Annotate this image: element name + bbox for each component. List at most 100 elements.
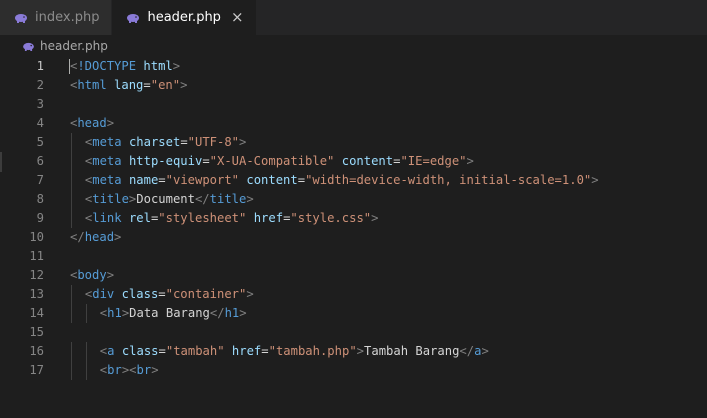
code-token: > xyxy=(246,287,254,301)
code-line[interactable]: 14 <h1>Data Barang</h1> xyxy=(0,304,707,323)
code-area[interactable]: 1 <!DOCTYPE html> 2 <html lang="en"> 3 4 <head… xyxy=(0,57,707,380)
code-token: charset xyxy=(128,135,181,149)
line-number: 17 xyxy=(29,363,44,377)
code-token: head xyxy=(77,116,107,130)
line-number: 15 xyxy=(29,325,44,339)
code-token: "viewport" xyxy=(165,173,240,187)
close-icon[interactable]: × xyxy=(231,10,244,25)
code-token: h1 xyxy=(107,306,122,320)
code-token: "tambah.php" xyxy=(268,344,357,358)
code-token: href xyxy=(253,211,284,225)
code-line[interactable]: 3 xyxy=(0,95,707,114)
code-token: = xyxy=(180,135,188,149)
code-token: meta xyxy=(92,135,122,149)
breadcrumb-file[interactable]: header.php xyxy=(40,39,108,53)
code-line[interactable]: 4 <head> xyxy=(0,114,707,133)
code-token: http-equiv xyxy=(128,154,203,168)
code-token: Tambah Barang xyxy=(364,344,460,358)
line-number: 13 xyxy=(29,287,44,301)
code-token: content xyxy=(246,173,298,187)
code-line[interactable]: 5 <meta charset="UTF-8"> xyxy=(0,133,707,152)
line-number: 10 xyxy=(29,230,44,244)
tab-label: header.php xyxy=(147,10,221,25)
code-line[interactable]: 2 <html lang="en"> xyxy=(0,76,707,95)
indent-guide xyxy=(85,342,87,361)
indent-guide xyxy=(71,304,72,323)
code-token: html xyxy=(143,59,173,73)
code-token: = xyxy=(143,78,151,92)
code-token: br xyxy=(136,363,152,377)
code-token: > xyxy=(246,192,254,206)
code-token: "IE=edge" xyxy=(400,154,467,168)
code-token: = xyxy=(158,173,166,187)
code-line[interactable]: 10 </head> xyxy=(0,228,707,247)
code-line[interactable]: 1 <!DOCTYPE html> xyxy=(0,57,707,76)
code-token: "tambah" xyxy=(165,344,225,358)
line-source: <meta name="viewport" content="width=dev… xyxy=(85,171,599,190)
code-line[interactable]: 13 <div class="container"> xyxy=(0,285,707,304)
code-token: "UTF-8" xyxy=(187,135,240,149)
indent-guide xyxy=(85,304,87,323)
code-line[interactable]: 17 <br><br> xyxy=(0,361,707,380)
code-token: html xyxy=(77,78,107,92)
code-token: > xyxy=(114,230,122,244)
line-source: <br><br> xyxy=(100,361,159,380)
code-token: > xyxy=(481,344,489,358)
line-number: 1 xyxy=(36,59,44,73)
code-token: = xyxy=(202,154,210,168)
code-line[interactable]: 11 xyxy=(0,247,707,266)
code-token: "width=device-width, initial-scale=1.0" xyxy=(305,173,592,187)
code-token: = xyxy=(158,287,166,301)
code-token: "X-UA-Compatible" xyxy=(209,154,335,168)
code-token: "style.css" xyxy=(290,211,372,225)
code-token: > xyxy=(106,116,115,130)
code-line[interactable]: 9 <link rel="stylesheet" href="style.css"… xyxy=(0,209,707,228)
line-number: 16 xyxy=(29,344,44,358)
code-token: meta xyxy=(92,173,122,187)
tab-header-php[interactable]: header.php × xyxy=(112,0,257,35)
code-token: "container" xyxy=(165,287,247,301)
line-source: <html lang="en"> xyxy=(70,76,187,95)
line-source: <title>Document</title> xyxy=(85,190,254,209)
code-token: </ xyxy=(70,230,85,244)
code-line[interactable]: 15 xyxy=(0,323,707,342)
php-elephant-icon xyxy=(23,42,34,51)
code-token: class xyxy=(121,287,159,301)
code-line[interactable]: 12 <body> xyxy=(0,266,707,285)
php-elephant-icon xyxy=(15,13,27,23)
code-token: Data Barang xyxy=(129,306,210,320)
code-token: = xyxy=(261,344,269,358)
indent-guide xyxy=(71,190,72,209)
line-number: 11 xyxy=(29,249,44,263)
line-source: </head> xyxy=(70,228,121,247)
line-source: <!DOCTYPE html> xyxy=(70,57,180,76)
code-token: div xyxy=(92,287,115,301)
code-token: class xyxy=(121,344,159,358)
code-token: > xyxy=(466,154,474,168)
line-number: 9 xyxy=(36,211,44,225)
code-line[interactable]: 16 <a class="tambah" href="tambah.php">Ta… xyxy=(0,342,707,361)
tab-index-php[interactable]: index.php xyxy=(0,0,113,35)
code-token: > xyxy=(172,59,181,73)
line-number: 8 xyxy=(36,192,44,206)
code-line[interactable]: 8 <title>Document</title> xyxy=(0,190,707,209)
code-token: !DOCTYPE xyxy=(77,59,137,73)
line-source: <a class="tambah" href="tambah.php">Tamb… xyxy=(100,342,489,361)
code-line[interactable]: 7 <meta name="viewport" content="width=de… xyxy=(0,171,707,190)
code-token: name xyxy=(128,173,159,187)
line-number: 5 xyxy=(36,135,44,149)
code-token: > xyxy=(151,363,159,377)
code-token: < xyxy=(129,363,137,377)
code-line[interactable]: 6 <meta http-equiv="X-UA-Compatible" cont… xyxy=(0,152,707,171)
indent-guide xyxy=(71,152,72,171)
code-token: body xyxy=(77,268,107,282)
indent-guide xyxy=(71,209,72,228)
code-token: rel xyxy=(128,211,151,225)
tab-label: index.php xyxy=(35,10,100,25)
code-token: "stylesheet" xyxy=(158,211,247,225)
code-token: br xyxy=(107,363,122,377)
code-token: = xyxy=(297,173,306,187)
